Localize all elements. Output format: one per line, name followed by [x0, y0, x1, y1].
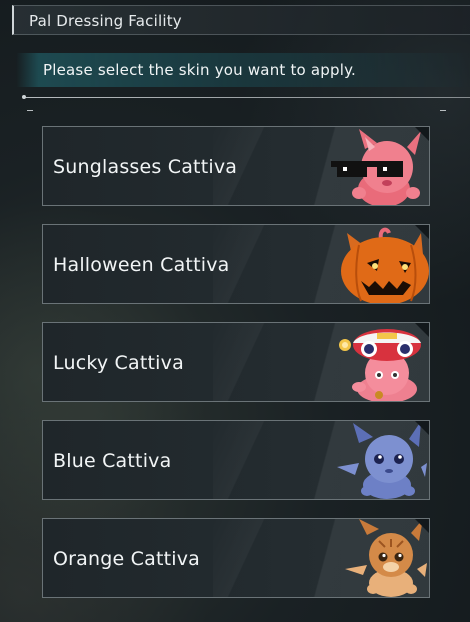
divider	[25, 97, 470, 98]
window-title: Pal Dressing Facility	[29, 12, 182, 30]
prompt-text: Please select the skin you want to apply…	[43, 61, 356, 79]
corner-notch	[415, 225, 429, 239]
skin-option-label: Sunglasses Cattiva	[53, 156, 238, 178]
skin-option-label: Halloween Cattiva	[53, 254, 230, 276]
corner-notch	[415, 127, 429, 141]
sunglasses-cattiva-icon	[331, 129, 421, 205]
corner-notch	[415, 519, 429, 533]
skin-option-halloween-cattiva[interactable]: Halloween Cattiva	[42, 224, 430, 304]
skin-option-orange-cattiva[interactable]: Orange Cattiva	[42, 518, 430, 598]
skin-option-blue-cattiva[interactable]: Blue Cattiva	[42, 420, 430, 500]
skin-option-label: Lucky Cattiva	[53, 352, 184, 374]
lucky-cattiva-icon	[339, 329, 421, 401]
scroll-marker-right	[440, 110, 446, 111]
skin-option-lucky-cattiva[interactable]: Lucky Cattiva	[42, 322, 430, 402]
skin-option-label: Orange Cattiva	[53, 548, 201, 570]
corner-notch	[415, 323, 429, 337]
title-bar: Pal Dressing Facility	[12, 5, 470, 35]
corner-notch	[415, 421, 429, 435]
skin-list: Sunglasses Cattiva Halloween Cattiva Luc…	[42, 126, 430, 616]
skin-option-label: Blue Cattiva	[53, 450, 172, 472]
blue-cattiva-icon	[337, 421, 427, 499]
orange-cattiva-icon	[345, 519, 427, 597]
scroll-marker-left	[27, 110, 33, 111]
halloween-cattiva-icon	[341, 227, 429, 303]
skin-option-sunglasses-cattiva[interactable]: Sunglasses Cattiva	[42, 126, 430, 206]
